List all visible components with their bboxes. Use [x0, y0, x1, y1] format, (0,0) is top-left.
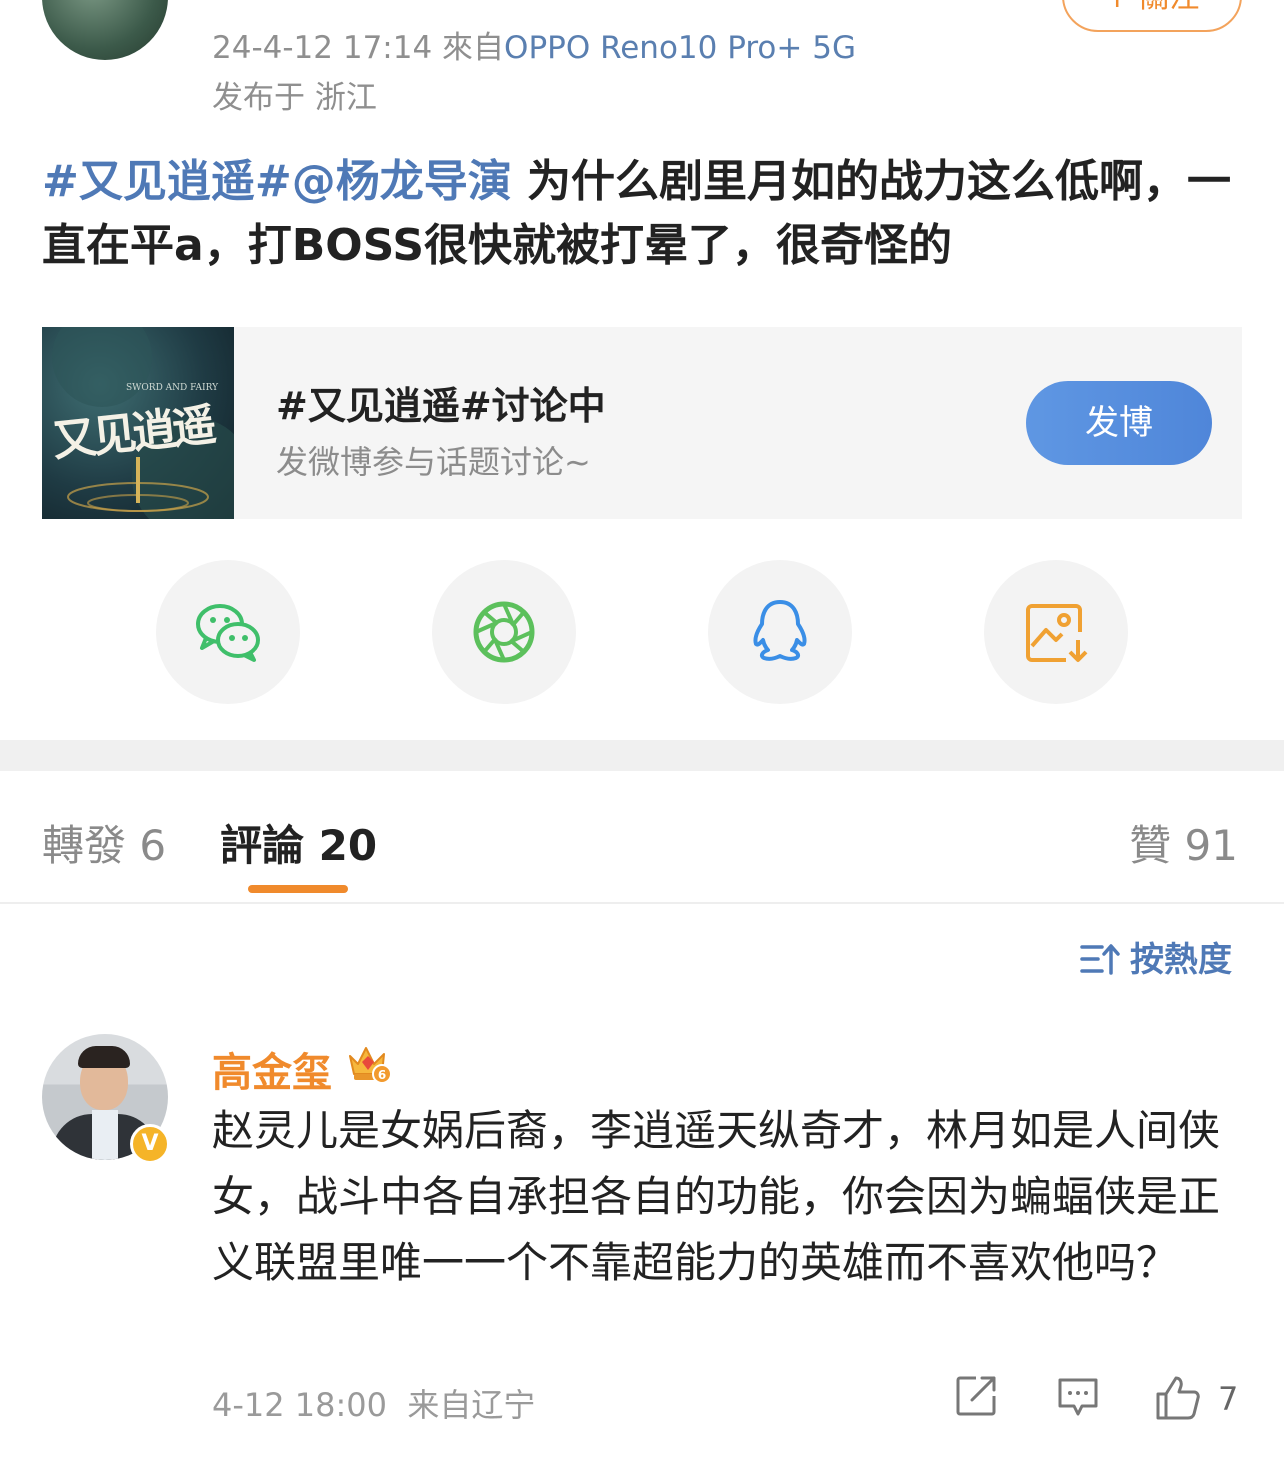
post-body: #又见逍遥#@杨龙导演 为什么剧里月如的战力这么低啊，一直在平a，打BOSS很快…: [42, 150, 1242, 278]
moments-icon: [473, 601, 535, 663]
post-timestamp: 24-4-12 17:14: [212, 30, 433, 66]
share-moments-button[interactable]: [432, 560, 576, 704]
repost-comment-button[interactable]: [954, 1374, 998, 1422]
source-prefix: 來自: [442, 30, 505, 66]
reply-comment-button[interactable]: [1056, 1374, 1100, 1422]
follow-button[interactable]: + 關注: [1062, 0, 1242, 32]
share-square-icon: [956, 1376, 996, 1416]
post-location: 发布于 浙江: [212, 80, 377, 116]
verified-badge: V: [130, 1124, 170, 1164]
sort-by-heat-button[interactable]: 按熱度: [1080, 932, 1232, 981]
comment-meta: 4-12 18:00 来自辽宁: [212, 1380, 535, 1426]
comment-icon: [1058, 1378, 1098, 1416]
device-link[interactable]: OPPO Reno10 Pro+ 5G: [504, 30, 856, 66]
thumbs-up-icon: [1156, 1376, 1200, 1420]
topic-card[interactable]: SWORD AND FAIRY 又见逍遥 #又见逍遥#讨论中 发微博参与话题讨论…: [42, 327, 1242, 519]
wechat-icon: [196, 604, 260, 662]
sort-icon: [1080, 944, 1120, 975]
post-meta: 24-4-12 17:14 來自OPPO Reno10 Pro+ 5G: [212, 22, 856, 67]
save-image-button[interactable]: [984, 560, 1128, 704]
commenter-name[interactable]: 高金玺: [212, 1040, 332, 1098]
mention-link[interactable]: @杨龙导演: [292, 156, 512, 207]
crown-level: 6: [378, 1068, 386, 1082]
post-weibo-button[interactable]: 发博: [1026, 381, 1212, 465]
save-image-icon: [1026, 604, 1088, 662]
topic-title: #又见逍遥#讨论中: [276, 384, 606, 428]
tab-divider: [0, 902, 1284, 904]
topic-subtitle: 发微博参与话题讨论~: [276, 443, 591, 481]
comment-time: 4-12 18:00: [212, 1386, 388, 1424]
tab-reposts[interactable]: 轉發 6: [42, 812, 166, 873]
qq-icon: [753, 600, 807, 661]
tab-comments[interactable]: 評論 20: [220, 812, 377, 873]
section-divider: [0, 740, 1284, 771]
share-wechat-button[interactable]: [156, 560, 300, 704]
tab-likes[interactable]: 贊 91: [1129, 812, 1238, 873]
comment-text: 赵灵儿是女娲后裔，李逍遥天纵奇才，林月如是人间侠女，战斗中各自承担各自的功能，你…: [212, 1106, 1221, 1287]
like-comment-button[interactable]: [1154, 1374, 1202, 1426]
share-qq-button[interactable]: [708, 560, 852, 704]
topic-cover-image: SWORD AND FAIRY 又见逍遥: [42, 327, 234, 519]
sort-label: 按熱度: [1130, 940, 1232, 980]
author-avatar[interactable]: [42, 0, 168, 60]
comment-location: 来自辽宁: [407, 1386, 536, 1424]
comment-like-count: 7: [1218, 1380, 1239, 1418]
active-tab-indicator: [248, 885, 348, 893]
topic-link[interactable]: #又见逍遥#: [42, 156, 292, 207]
vip-crown-icon: 6: [346, 1042, 392, 1088]
